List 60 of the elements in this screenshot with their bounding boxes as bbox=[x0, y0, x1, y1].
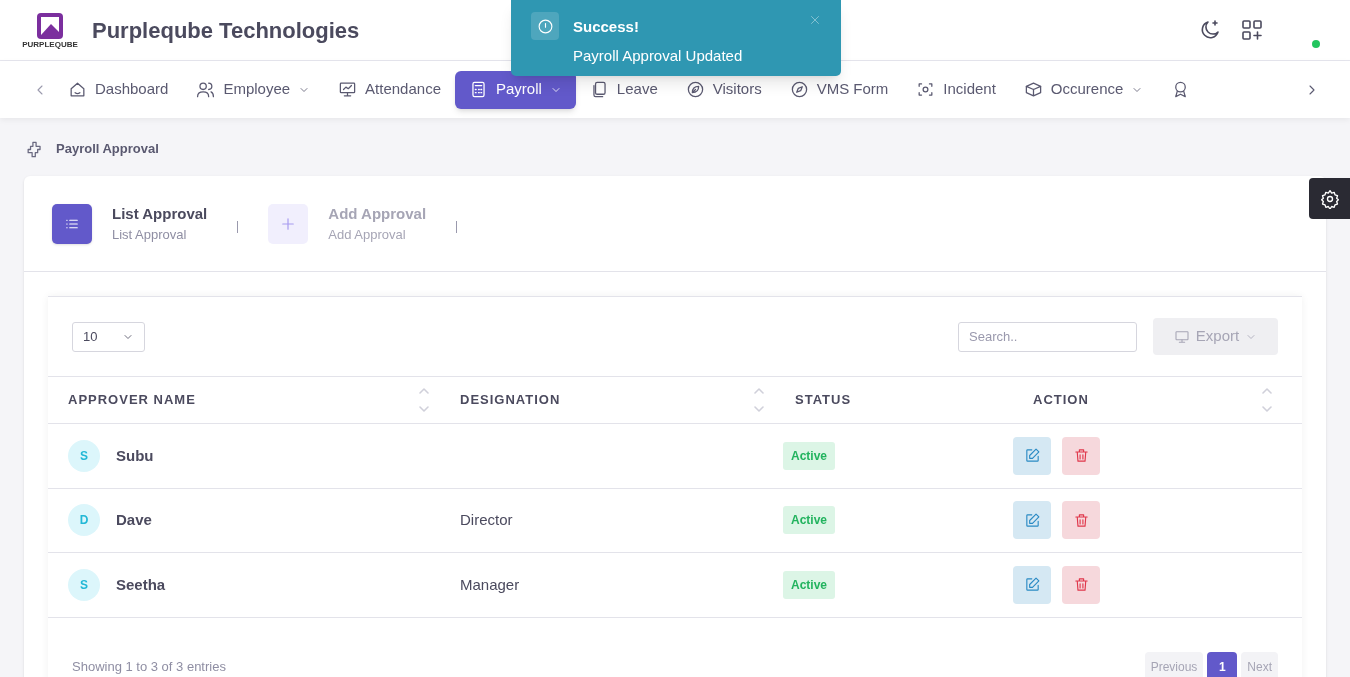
toast-message: Payroll Approval Updated bbox=[573, 45, 743, 66]
settings-button[interactable] bbox=[1309, 178, 1350, 219]
status-badge: Active bbox=[783, 570, 836, 599]
designation-text: Director bbox=[460, 511, 513, 529]
puzzle-icon bbox=[25, 139, 44, 159]
trash-icon bbox=[1072, 576, 1090, 594]
approver-name: Subu bbox=[116, 445, 154, 466]
search-field[interactable]: Search.. bbox=[958, 321, 1137, 352]
nav-item[interactable]: VMS Form bbox=[775, 70, 903, 109]
delete-button[interactable] bbox=[1062, 501, 1100, 540]
leaf-icon bbox=[685, 80, 705, 99]
avatar-initial: S bbox=[68, 439, 100, 472]
toast-title: Success! bbox=[573, 17, 640, 37]
edit-button[interactable] bbox=[1013, 565, 1051, 604]
column-header[interactable]: STATUS bbox=[795, 390, 852, 410]
nav-item[interactable]: Incident bbox=[902, 70, 1010, 109]
nav-item[interactable]: Dashboard bbox=[54, 70, 183, 109]
column-header[interactable]: APPROVER NAME bbox=[68, 390, 196, 410]
column-header[interactable]: ACTION bbox=[1033, 390, 1089, 410]
approval-tab[interactable]: List Approval List Approval bbox=[52, 202, 208, 245]
edit-button[interactable] bbox=[1013, 501, 1051, 540]
avatar-initial: S bbox=[68, 568, 100, 601]
close-icon[interactable] bbox=[809, 14, 821, 26]
home-icon bbox=[68, 80, 87, 99]
nav-item[interactable]: Occurence bbox=[1009, 70, 1158, 109]
company-name: Purpleqube Technologies bbox=[92, 16, 360, 45]
edit-button[interactable] bbox=[1013, 436, 1051, 475]
settings-icon bbox=[1319, 188, 1340, 209]
nav-item[interactable]: Visitors bbox=[671, 70, 776, 109]
edit-icon bbox=[1023, 576, 1041, 594]
apps-icon[interactable] bbox=[1240, 18, 1264, 42]
delete-button[interactable] bbox=[1062, 565, 1100, 604]
users-icon bbox=[196, 80, 216, 99]
approver-name: Seetha bbox=[116, 574, 166, 595]
column-header[interactable]: DESIGNATION bbox=[460, 390, 561, 410]
calculator-icon bbox=[469, 80, 488, 99]
avatar-initial: D bbox=[68, 504, 100, 537]
monitor-chart-icon bbox=[338, 80, 358, 99]
trash-icon bbox=[1072, 511, 1090, 529]
box-icon bbox=[1023, 80, 1043, 99]
compass-icon bbox=[789, 80, 809, 99]
breadcrumb-title: Payroll Approval bbox=[56, 140, 159, 159]
entries-info: Showing 1 to 3 of 3 entries bbox=[72, 657, 226, 676]
nav-item[interactable]: Attendance bbox=[324, 70, 455, 109]
nav-item[interactable]: Leave bbox=[575, 70, 672, 109]
company-logo[interactable]: PURPLEQUBE bbox=[24, 5, 76, 55]
status-badge: Active bbox=[783, 506, 836, 535]
nav-item[interactable]: Employee bbox=[182, 70, 325, 109]
page-size-select[interactable]: 10 bbox=[72, 321, 145, 352]
status-badge: Active bbox=[783, 441, 836, 470]
pagination-button[interactable]: 1 bbox=[1207, 651, 1238, 677]
monitor-icon bbox=[1173, 328, 1190, 345]
trash-icon bbox=[1072, 447, 1090, 465]
info-icon bbox=[536, 17, 554, 35]
delete-button[interactable] bbox=[1062, 436, 1100, 475]
edit-icon bbox=[1023, 511, 1041, 529]
nav-item[interactable]: Payroll bbox=[455, 70, 576, 109]
approver-name: Dave bbox=[116, 510, 152, 530]
edit-icon bbox=[1023, 447, 1041, 465]
designation-text: Manager bbox=[460, 575, 520, 593]
